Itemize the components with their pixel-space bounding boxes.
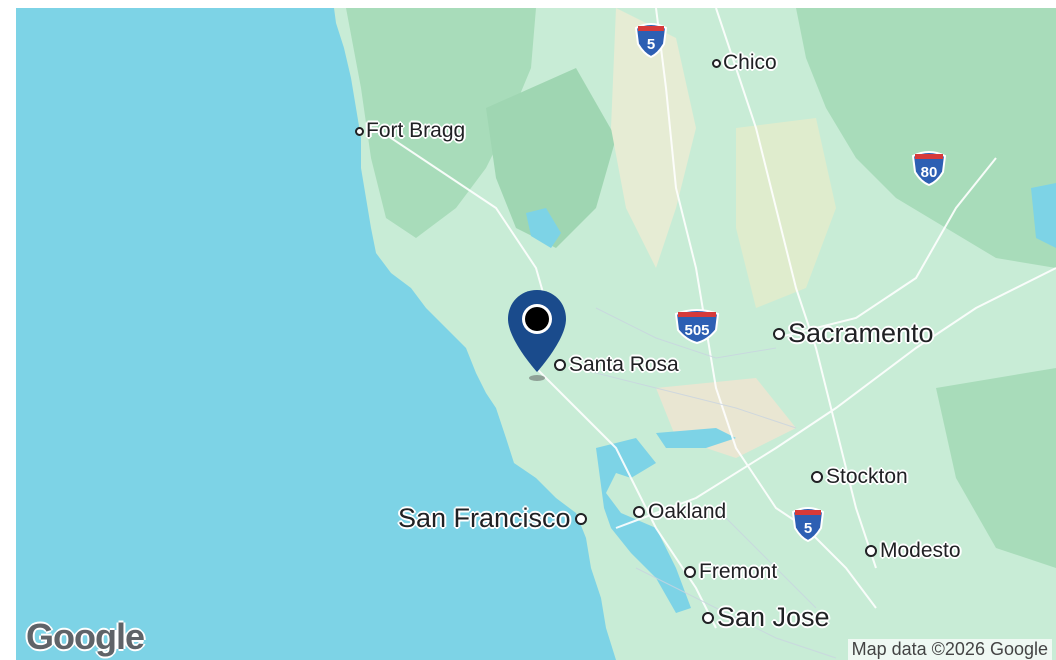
city-dot-icon xyxy=(811,471,823,483)
city-label-santa-rosa[interactable]: Santa Rosa xyxy=(554,353,679,377)
map-view[interactable]: 5 80 505 5 Chico Fort Bragg Santa Rosa S… xyxy=(16,8,1056,660)
city-dot-icon xyxy=(574,512,587,525)
svg-text:80: 80 xyxy=(921,164,938,181)
city-label-sacramento[interactable]: Sacramento xyxy=(773,318,934,349)
city-label-fort-bragg[interactable]: Fort Bragg xyxy=(355,119,465,143)
city-label-modesto[interactable]: Modesto xyxy=(865,539,961,563)
city-dot-icon xyxy=(712,58,721,68)
city-label-san-francisco[interactable]: San Francisco xyxy=(398,503,587,534)
svg-text:5: 5 xyxy=(804,520,812,537)
city-dot-icon xyxy=(702,611,714,624)
city-label-stockton[interactable]: Stockton xyxy=(811,465,908,489)
google-logo: Google xyxy=(26,616,145,657)
city-dot-icon xyxy=(355,126,364,136)
city-dot-icon xyxy=(684,566,696,578)
city-dot-icon xyxy=(633,506,645,518)
city-label-oakland[interactable]: Oakland xyxy=(633,500,726,524)
city-dot-icon xyxy=(865,545,877,557)
svg-text:505: 505 xyxy=(684,322,709,339)
city-label-san-jose[interactable]: San Jose xyxy=(702,602,830,633)
map-attribution[interactable]: Map data ©2026 Google xyxy=(847,639,1052,660)
city-dot-icon xyxy=(773,327,785,340)
svg-text:5: 5 xyxy=(647,36,655,53)
city-label-fremont[interactable]: Fremont xyxy=(684,560,777,584)
city-label-chico[interactable]: Chico xyxy=(712,51,777,75)
